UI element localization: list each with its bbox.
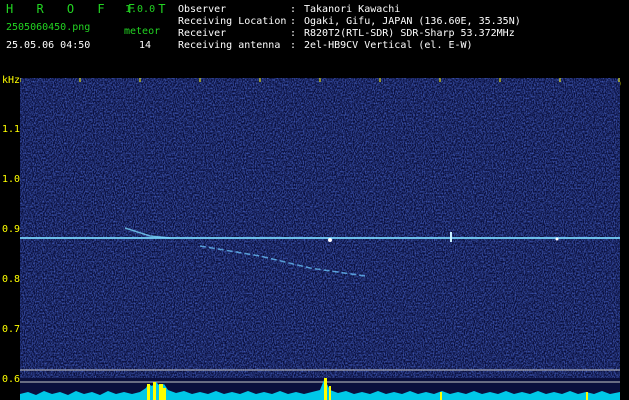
info-value: 2el-HB9CV Vertical (el. E-W) <box>304 40 473 51</box>
file-name: 2505060450.png <box>6 22 91 33</box>
info-key: Receiver <box>178 28 227 39</box>
meteor-echo <box>555 237 559 241</box>
meteor-count: 14 <box>139 40 152 51</box>
capture-datetime: 25.05.06 04:50 <box>6 40 91 51</box>
station-info-row: Receiver : R820T2(RTL-SDR) SDR-Sharp 53.… <box>178 28 521 40</box>
info-key: Receiving antenna <box>178 40 281 51</box>
spectrogram-plot <box>20 78 620 400</box>
spectrogram-noise <box>20 78 620 378</box>
info-value: R820T2(RTL-SDR) SDR-Sharp 53.372MHz <box>304 28 515 39</box>
meteor-echo <box>328 238 332 242</box>
info-value: Takanori Kawachi <box>304 4 401 15</box>
station-info-row: Receiving Location : Ogaki, Gifu, JAPAN … <box>178 16 521 28</box>
meteor-echo <box>450 232 452 242</box>
y-tick-label: 1.1 <box>2 124 21 135</box>
spectrogram-svg <box>20 78 620 400</box>
info-key: Receiving Location <box>178 16 287 27</box>
info-sep: : <box>290 4 297 15</box>
app-version: 1.0.0 <box>125 4 156 15</box>
info-sep: : <box>290 16 297 27</box>
info-sep: : <box>290 28 297 39</box>
y-tick-label: 0.6 <box>2 374 21 385</box>
info-value: Ogaki, Gifu, JAPAN (136.60E, 35.35N) <box>304 16 521 27</box>
info-sep: : <box>290 40 297 51</box>
y-tick-label: 0.9 <box>2 224 21 235</box>
meteor-label: meteor <box>124 26 161 37</box>
station-info-row: Receiving antenna : 2el-HB9CV Vertical (… <box>178 40 521 52</box>
station-info-row: Observer : Takanori Kawachi <box>178 4 521 16</box>
y-tick-label: 0.7 <box>2 324 21 335</box>
station-info: Observer : Takanori Kawachi Receiving Lo… <box>178 4 521 52</box>
hrofft-window: H R O F F T 1.0.0 2505060450.png meteor … <box>0 0 629 400</box>
y-axis-unit: kHz <box>2 75 21 86</box>
y-tick-label: 1.0 <box>2 174 21 185</box>
y-tick-label: 0.8 <box>2 274 21 285</box>
info-key: Observer <box>178 4 227 15</box>
